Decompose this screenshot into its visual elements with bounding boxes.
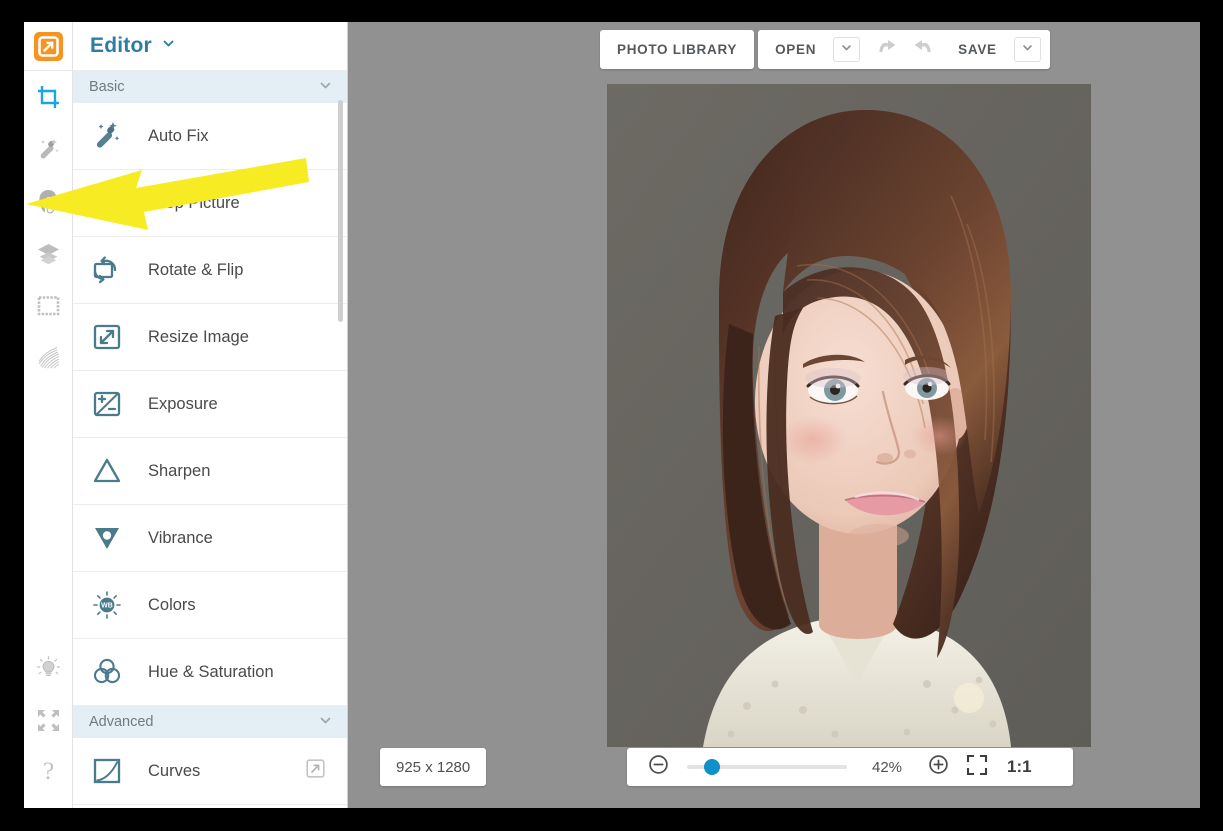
tool-rail: ? [24,22,73,808]
undo-button[interactable] [869,30,905,69]
photo-canvas[interactable] [607,84,1091,747]
panel-scrollbar[interactable] [338,100,343,322]
white-balance-icon: WB [91,589,131,621]
zoom-out-button[interactable] [641,754,675,780]
zoom-slider-thumb[interactable] [704,759,721,775]
menu-item-label: Auto Fix [148,126,209,145]
menu-item-label: Vibrance [148,528,213,547]
rail-item-textures-tool[interactable] [24,331,73,383]
chevron-down-icon[interactable] [318,78,333,97]
editor-window: ? Editor Basic Auto Fix Crop Picture Rot… [24,22,1200,808]
canvas-area: PHOTO LIBRARY OPEN SAVE 925 x 1280 42% 1… [348,22,1200,808]
menu-item-auto-fix[interactable]: Auto Fix [73,103,347,170]
file-actions-card: OPEN SAVE [758,30,1050,69]
menu-item-rotate-flip[interactable]: Rotate & Flip [73,237,347,304]
menu-item-label: Exposure [148,394,218,413]
rotate-flip-icon [91,254,131,286]
photo-library-card: PHOTO LIBRARY [600,30,755,69]
orange-arrow-logo-icon [34,31,63,61]
menu-item-label: Colors [148,595,196,614]
chevron-down-icon [1021,41,1034,59]
save-dropdown-button[interactable] [1013,37,1041,62]
actual-size-button[interactable]: 1:1 [1007,757,1032,777]
menu-item-curves[interactable]: Curves [73,738,347,805]
menu-item-colors[interactable]: WB Colors [73,572,347,639]
magic-wand-icon [91,120,131,152]
frame-icon [35,292,62,319]
rail-item-touchup-tool[interactable] [24,123,73,175]
rail-item-fullscreen[interactable] [24,694,73,746]
curves-icon [91,755,131,787]
redo-button[interactable] [905,30,941,69]
open-dropdown-button[interactable] [833,37,861,62]
editor-panel: Editor Basic Auto Fix Crop Picture Rotat… [73,22,348,808]
photo-library-button[interactable]: PHOTO LIBRARY [600,30,754,69]
menu-item-hue-saturation[interactable]: Hue & Saturation [73,639,347,706]
rail-item-tips[interactable] [24,642,73,694]
app-logo[interactable] [24,22,73,71]
vibrance-icon [91,522,131,554]
menu-item-label: Crop Picture [148,193,240,212]
page-title: Editor [90,34,152,57]
question-mark-icon: ? [42,758,55,785]
group-header-advanced[interactable]: Advanced [73,706,347,738]
menu-item-label: Rotate & Flip [148,260,244,279]
group-label: Advanced [89,714,154,730]
zoom-slider[interactable] [687,759,847,775]
sharpen-triangle-icon [91,455,131,487]
external-link-icon[interactable] [306,759,325,783]
zoom-in-icon [928,754,949,780]
rail-item-frames-tool[interactable] [24,279,73,331]
layers-icon [35,240,62,267]
panel-header[interactable]: Editor [73,22,347,71]
lightbulb-icon [35,655,62,682]
group-label: Basic [89,79,125,95]
fit-to-screen-icon [966,754,988,781]
resize-image-icon [91,321,131,353]
redo-arrow-icon [912,38,934,61]
menu-item-label: Hue & Saturation [148,662,274,681]
menu-item-vibrance[interactable]: Vibrance [73,505,347,572]
magic-wand-icon [35,136,62,163]
open-button[interactable]: OPEN [758,30,833,69]
rail-bottom-group: ? [24,642,73,798]
menu-item-sharpen[interactable]: Sharpen [73,438,347,505]
chevron-down-icon [840,41,853,59]
menu-item-crop-picture[interactable]: Crop Picture [73,170,347,237]
expand-arrows-icon [35,707,62,734]
zoom-toolbar: 42% 1:1 [627,748,1073,786]
zoom-out-icon [648,754,669,780]
menu-item-label: Sharpen [148,461,211,480]
svg-text:WB: WB [101,603,113,610]
portrait-photo [607,84,1091,747]
chevron-down-icon[interactable] [161,36,176,56]
chevron-down-icon[interactable] [318,713,333,732]
menu-item-label: Resize Image [148,327,249,346]
fit-to-screen-button[interactable] [955,754,999,781]
top-toolbar: PHOTO LIBRARY OPEN SAVE [600,30,1050,69]
rail-item-portrait-tool[interactable] [24,175,73,227]
menu-item-exposure[interactable]: Exposure [73,371,347,438]
save-button[interactable]: SAVE [941,30,1014,69]
dimensions-value: 925 x 1280 [396,758,471,776]
exposure-icon [91,388,131,420]
group-header-basic[interactable]: Basic [73,71,347,103]
rail-item-help[interactable]: ? [24,746,73,798]
face-portrait-icon [35,188,62,215]
undo-arrow-icon [876,38,898,61]
hue-saturation-icon [91,656,131,688]
zoom-percent-label: 42% [871,758,903,776]
zoom-in-button[interactable] [921,754,955,780]
menu-item-resize-image[interactable]: Resize Image [73,304,347,371]
rail-item-crop-tool[interactable] [24,71,73,123]
crop-icon [35,84,62,111]
crop-picture-icon [91,187,131,219]
menu-item-label: Curves [148,761,201,780]
image-dimensions-label: 925 x 1280 [380,748,487,786]
rail-item-layers-tool[interactable] [24,227,73,279]
texture-icon [35,344,62,371]
